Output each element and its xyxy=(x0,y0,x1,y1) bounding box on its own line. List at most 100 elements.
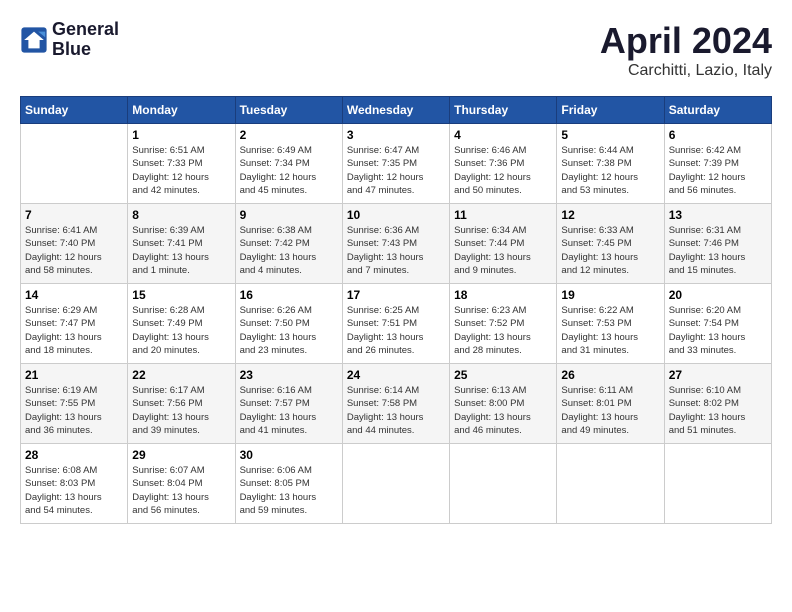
day-number: 16 xyxy=(240,288,338,302)
page-header: General Blue April 2024 Carchitti, Lazio… xyxy=(20,20,772,80)
day-info: Sunrise: 6:34 AM Sunset: 7:44 PM Dayligh… xyxy=(454,224,552,277)
day-number: 25 xyxy=(454,368,552,382)
calendar-cell: 6 Sunrise: 6:42 AM Sunset: 7:39 PM Daylig… xyxy=(664,124,771,204)
calendar-cell: 4 Sunrise: 6:46 AM Sunset: 7:36 PM Daylig… xyxy=(450,124,557,204)
calendar-cell xyxy=(450,444,557,524)
location-subtitle: Carchitti, Lazio, Italy xyxy=(600,62,772,80)
calendar-cell: 5 Sunrise: 6:44 AM Sunset: 7:38 PM Daylig… xyxy=(557,124,664,204)
day-number: 6 xyxy=(669,128,767,142)
day-number: 14 xyxy=(25,288,123,302)
week-row-3: 14 Sunrise: 6:29 AM Sunset: 7:47 PM Dayli… xyxy=(21,284,772,364)
day-info: Sunrise: 6:22 AM Sunset: 7:53 PM Dayligh… xyxy=(561,304,659,357)
calendar-cell: 16 Sunrise: 6:26 AM Sunset: 7:50 PM Dayli… xyxy=(235,284,342,364)
col-friday: Friday xyxy=(557,97,664,124)
calendar-cell xyxy=(557,444,664,524)
calendar-cell: 29 Sunrise: 6:07 AM Sunset: 8:04 PM Dayli… xyxy=(128,444,235,524)
logo: General Blue xyxy=(20,20,119,60)
day-number: 15 xyxy=(132,288,230,302)
calendar-cell: 3 Sunrise: 6:47 AM Sunset: 7:35 PM Daylig… xyxy=(342,124,449,204)
day-info: Sunrise: 6:28 AM Sunset: 7:49 PM Dayligh… xyxy=(132,304,230,357)
day-info: Sunrise: 6:07 AM Sunset: 8:04 PM Dayligh… xyxy=(132,464,230,517)
day-number: 5 xyxy=(561,128,659,142)
col-thursday: Thursday xyxy=(450,97,557,124)
day-number: 17 xyxy=(347,288,445,302)
day-number: 24 xyxy=(347,368,445,382)
calendar-cell: 11 Sunrise: 6:34 AM Sunset: 7:44 PM Dayli… xyxy=(450,204,557,284)
calendar-body: 1Sunrise: 6:51 AM Sunset: 7:33 PM Daylig… xyxy=(21,124,772,524)
day-number: 18 xyxy=(454,288,552,302)
calendar-cell: 12 Sunrise: 6:33 AM Sunset: 7:45 PM Dayli… xyxy=(557,204,664,284)
day-info: Sunrise: 6:20 AM Sunset: 7:54 PM Dayligh… xyxy=(669,304,767,357)
calendar-cell: 13Sunrise: 6:31 AM Sunset: 7:46 PM Dayli… xyxy=(664,204,771,284)
day-info: Sunrise: 6:42 AM Sunset: 7:39 PM Dayligh… xyxy=(669,144,767,197)
day-number: 4 xyxy=(454,128,552,142)
col-sunday: Sunday xyxy=(21,97,128,124)
day-number: 23 xyxy=(240,368,338,382)
day-info: Sunrise: 6:49 AM Sunset: 7:34 PM Dayligh… xyxy=(240,144,338,197)
day-info: Sunrise: 6:46 AM Sunset: 7:36 PM Dayligh… xyxy=(454,144,552,197)
calendar-cell: 19 Sunrise: 6:22 AM Sunset: 7:53 PM Dayli… xyxy=(557,284,664,364)
calendar-cell: 7 Sunrise: 6:41 AM Sunset: 7:40 PM Daylig… xyxy=(21,204,128,284)
day-info: Sunrise: 6:44 AM Sunset: 7:38 PM Dayligh… xyxy=(561,144,659,197)
calendar-cell: 20Sunrise: 6:20 AM Sunset: 7:54 PM Dayli… xyxy=(664,284,771,364)
day-info: Sunrise: 6:39 AM Sunset: 7:41 PM Dayligh… xyxy=(132,224,230,277)
day-number: 28 xyxy=(25,448,123,462)
day-number: 10 xyxy=(347,208,445,222)
calendar-cell xyxy=(21,124,128,204)
day-info: Sunrise: 6:23 AM Sunset: 7:52 PM Dayligh… xyxy=(454,304,552,357)
day-number: 7 xyxy=(25,208,123,222)
calendar-cell: 21Sunrise: 6:19 AM Sunset: 7:55 PM Dayli… xyxy=(21,364,128,444)
calendar-cell: 8Sunrise: 6:39 AM Sunset: 7:41 PM Daylig… xyxy=(128,204,235,284)
day-info: Sunrise: 6:16 AM Sunset: 7:57 PM Dayligh… xyxy=(240,384,338,437)
logo-line2: Blue xyxy=(52,40,119,60)
calendar-cell: 15 Sunrise: 6:28 AM Sunset: 7:49 PM Dayli… xyxy=(128,284,235,364)
col-wednesday: Wednesday xyxy=(342,97,449,124)
calendar-cell: 30 Sunrise: 6:06 AM Sunset: 8:05 PM Dayli… xyxy=(235,444,342,524)
calendar-header: Sunday Monday Tuesday Wednesday Thursday… xyxy=(21,97,772,124)
day-number: 1 xyxy=(132,128,230,142)
calendar-cell: 2 Sunrise: 6:49 AM Sunset: 7:34 PM Daylig… xyxy=(235,124,342,204)
calendar-cell: 18 Sunrise: 6:23 AM Sunset: 7:52 PM Dayli… xyxy=(450,284,557,364)
calendar-cell xyxy=(342,444,449,524)
day-info: Sunrise: 6:47 AM Sunset: 7:35 PM Dayligh… xyxy=(347,144,445,197)
title-block: April 2024 Carchitti, Lazio, Italy xyxy=(600,20,772,80)
calendar-cell: 26 Sunrise: 6:11 AM Sunset: 8:01 PM Dayli… xyxy=(557,364,664,444)
calendar-cell: 14 Sunrise: 6:29 AM Sunset: 7:47 PM Dayli… xyxy=(21,284,128,364)
day-number: 19 xyxy=(561,288,659,302)
day-info: Sunrise: 6:41 AM Sunset: 7:40 PM Dayligh… xyxy=(25,224,123,277)
day-number: 12 xyxy=(561,208,659,222)
header-row: Sunday Monday Tuesday Wednesday Thursday… xyxy=(21,97,772,124)
day-number: 2 xyxy=(240,128,338,142)
day-info: Sunrise: 6:26 AM Sunset: 7:50 PM Dayligh… xyxy=(240,304,338,357)
day-number: 30 xyxy=(240,448,338,462)
day-number: 26 xyxy=(561,368,659,382)
calendar-cell: 10 Sunrise: 6:36 AM Sunset: 7:43 PM Dayli… xyxy=(342,204,449,284)
calendar-cell: 23 Sunrise: 6:16 AM Sunset: 7:57 PM Dayli… xyxy=(235,364,342,444)
day-info: Sunrise: 6:13 AM Sunset: 8:00 PM Dayligh… xyxy=(454,384,552,437)
day-info: Sunrise: 6:19 AM Sunset: 7:55 PM Dayligh… xyxy=(25,384,123,437)
day-info: Sunrise: 6:06 AM Sunset: 8:05 PM Dayligh… xyxy=(240,464,338,517)
day-number: 11 xyxy=(454,208,552,222)
logo-line1: General xyxy=(52,20,119,40)
calendar-cell: 25 Sunrise: 6:13 AM Sunset: 8:00 PM Dayli… xyxy=(450,364,557,444)
calendar-cell: 1Sunrise: 6:51 AM Sunset: 7:33 PM Daylig… xyxy=(128,124,235,204)
calendar-cell: 22Sunrise: 6:17 AM Sunset: 7:56 PM Dayli… xyxy=(128,364,235,444)
day-info: Sunrise: 6:10 AM Sunset: 8:02 PM Dayligh… xyxy=(669,384,767,437)
calendar-cell: 28Sunrise: 6:08 AM Sunset: 8:03 PM Dayli… xyxy=(21,444,128,524)
logo-icon xyxy=(20,26,48,54)
day-number: 3 xyxy=(347,128,445,142)
calendar-cell: 17 Sunrise: 6:25 AM Sunset: 7:51 PM Dayli… xyxy=(342,284,449,364)
day-info: Sunrise: 6:25 AM Sunset: 7:51 PM Dayligh… xyxy=(347,304,445,357)
week-row-5: 28Sunrise: 6:08 AM Sunset: 8:03 PM Dayli… xyxy=(21,444,772,524)
logo-text: General Blue xyxy=(52,20,119,60)
day-info: Sunrise: 6:38 AM Sunset: 7:42 PM Dayligh… xyxy=(240,224,338,277)
day-info: Sunrise: 6:36 AM Sunset: 7:43 PM Dayligh… xyxy=(347,224,445,277)
day-info: Sunrise: 6:33 AM Sunset: 7:45 PM Dayligh… xyxy=(561,224,659,277)
calendar-cell: 27Sunrise: 6:10 AM Sunset: 8:02 PM Dayli… xyxy=(664,364,771,444)
calendar-cell xyxy=(664,444,771,524)
day-info: Sunrise: 6:29 AM Sunset: 7:47 PM Dayligh… xyxy=(25,304,123,357)
col-saturday: Saturday xyxy=(664,97,771,124)
day-number: 29 xyxy=(132,448,230,462)
day-info: Sunrise: 6:11 AM Sunset: 8:01 PM Dayligh… xyxy=(561,384,659,437)
day-info: Sunrise: 6:17 AM Sunset: 7:56 PM Dayligh… xyxy=(132,384,230,437)
